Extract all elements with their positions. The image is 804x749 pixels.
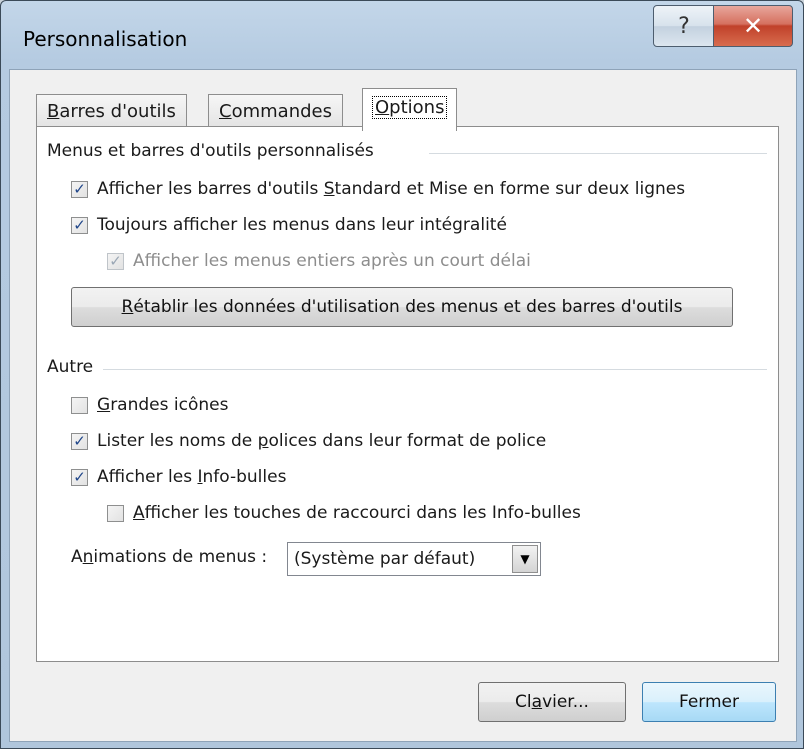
option-large-icons[interactable]: Grandes icônes [71, 395, 228, 415]
tab-barres-d-outils[interactable]: Barres d'outils [36, 94, 187, 129]
group-separator [429, 153, 767, 154]
keyboard-button[interactable]: Cl a vier... [478, 682, 626, 722]
check-icon: ✓ [73, 467, 86, 486]
dropdown-arrow-icon[interactable]: ▼ [512, 545, 538, 573]
check-icon: ✓ [109, 251, 122, 270]
menu-animations-label: Animations de menus : [71, 547, 267, 567]
tab-commandes[interactable]: Commandes [208, 94, 343, 129]
checkbox[interactable]: ✓ [71, 179, 88, 198]
personnalisation-dialog: Personnalisation ? ✕ Barres d'outils Com… [0, 0, 804, 749]
reset-usage-data-button[interactable]: Rétablir les données d'utilisation des m… [71, 287, 733, 327]
option-label: Animations de menus : [71, 547, 268, 567]
checkbox[interactable]: ✓ [71, 431, 88, 450]
other-group-title: Autre [47, 357, 94, 377]
option-label: Grandes icônes [97, 395, 229, 415]
checkbox: ✓ [107, 251, 124, 270]
checkbox[interactable] [107, 504, 124, 522]
option-label: Afficher les Info-bulles [97, 467, 287, 487]
tab-label: Barres d'outils [47, 101, 176, 122]
tab-options[interactable]: Options [362, 88, 458, 131]
menu-animations-select[interactable]: (Système par défaut) ▼ [287, 542, 541, 576]
option-label: Lister les noms de polices dans leur for… [97, 431, 547, 451]
options-panel: Menus et barres d'outils personnalisés ✓… [36, 126, 779, 662]
menus-group-title: Menus et barres d'outils personnalisés [47, 141, 374, 161]
option-label: Afficher les menus entiers après un cour… [133, 251, 531, 271]
option-full-menus[interactable]: ✓ Toujours afficher les menus dans leur … [71, 215, 507, 235]
option-font-names-in-font[interactable]: ✓ Lister les noms de polices dans leur f… [71, 431, 546, 451]
question-mark-icon: ? [678, 13, 690, 39]
dialog-client-area: Barres d'outils Commandes Options Menus … [9, 69, 797, 742]
close-window-button[interactable]: ✕ [713, 5, 793, 47]
group-separator [103, 369, 767, 370]
close-button[interactable]: Fermer [642, 682, 776, 722]
option-standard-two-lines[interactable]: ✓ Afficher les barres d'outils Standard … [71, 179, 685, 199]
check-icon: ✓ [73, 431, 86, 450]
tab-label: Options [371, 96, 448, 119]
check-icon: ✓ [73, 179, 86, 198]
checkbox[interactable]: ✓ [71, 215, 88, 234]
title-bar[interactable]: Personnalisation ? ✕ [1, 1, 803, 79]
select-value: (Système par défaut) [294, 549, 476, 569]
option-shortcut-keys-in-tooltips[interactable]: Afficher les touches de raccourci dans l… [107, 503, 581, 523]
check-icon: ✓ [73, 215, 86, 234]
option-label: Afficher les touches de raccourci dans l… [133, 503, 581, 523]
option-show-tooltips[interactable]: ✓ Afficher les Info-bulles [71, 467, 286, 487]
option-full-menus-delay: ✓ Afficher les menus entiers après un co… [107, 251, 531, 271]
help-button[interactable]: ? [653, 5, 715, 47]
checkbox[interactable] [71, 396, 88, 414]
close-icon: ✕ [742, 12, 764, 40]
tab-label: Commandes [219, 101, 332, 122]
option-label: Afficher les barres d'outils Standard et… [97, 179, 686, 199]
checkbox[interactable]: ✓ [71, 467, 88, 486]
window-title: Personnalisation [23, 27, 188, 51]
option-label: Toujours afficher les menus dans leur in… [97, 215, 507, 235]
